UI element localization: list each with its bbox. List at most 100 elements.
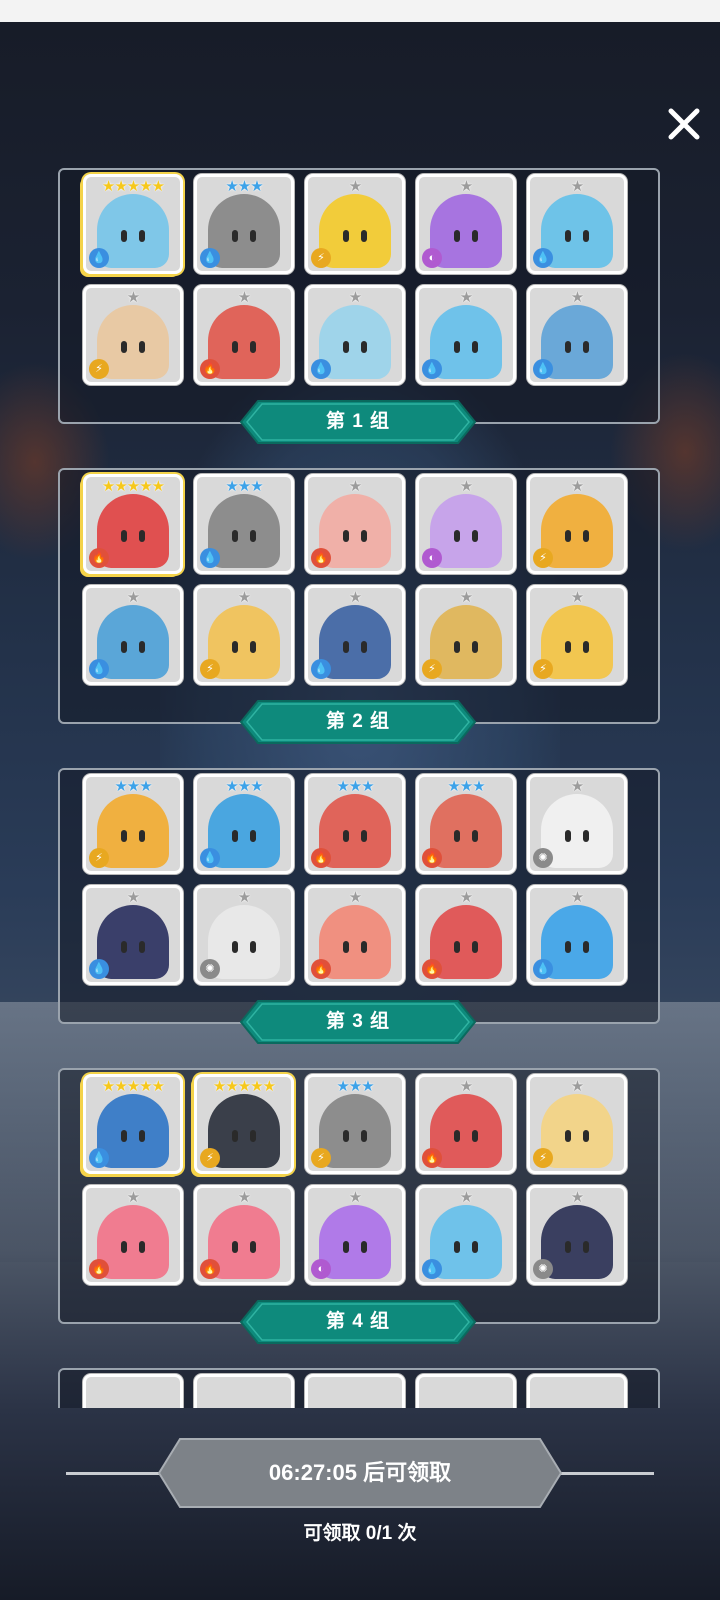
hero-card[interactable]: ★ 💧 (527, 174, 627, 274)
hero-card[interactable]: ★ 🔥 (194, 285, 294, 385)
hero-eye (121, 941, 127, 953)
hero-card[interactable]: ★ ⚡ (527, 1074, 627, 1174)
lightning-element-icon: ⚡ (200, 659, 220, 679)
hero-eye (361, 1130, 367, 1142)
hero-eye (121, 1130, 127, 1142)
star-rating: ★ (527, 1190, 627, 1206)
star-icon: ★ (237, 289, 251, 306)
hero-card[interactable]: ★ ⚡ (527, 585, 627, 685)
star-icon: ★ (459, 889, 473, 906)
hero-eye (565, 230, 571, 242)
star-icon: ★ (126, 178, 140, 195)
hero-eye (472, 641, 478, 653)
hero-eye (565, 530, 571, 542)
star-rating: ★ (194, 590, 294, 606)
hero-eye (139, 230, 145, 242)
hero-card[interactable]: ★★★★★ ⚡ (194, 1074, 294, 1174)
star-rating: ★★★★★ (194, 1079, 294, 1095)
hero-eye (361, 1241, 367, 1253)
hero-card[interactable]: ★★★★★ 🔥 (83, 474, 183, 574)
hero-card[interactable]: ★ 💧 (305, 285, 405, 385)
hero-card[interactable]: ★ 💧 (83, 885, 183, 985)
hero-card[interactable]: ★★★ 💧 (194, 474, 294, 574)
hero-card[interactable]: ★ 💧 (527, 885, 627, 985)
hero-card[interactable] (305, 1374, 405, 1408)
hero-eye (583, 530, 589, 542)
star-rating: ★★★★★ (83, 179, 183, 195)
hero-card[interactable] (194, 1374, 294, 1408)
hero-eye (565, 941, 571, 953)
group-list[interactable]: ★★★★★ 💧 ★★★ 💧 ★ ⚡ ★ ◐ ★ 💧 ★ ⚡ ★ 🔥 ★ 💧 ★ 💧 ★ 💧 第 1 组 ★★★★★ 🔥 ★★★… (0, 160, 720, 1408)
star-icon: ★ (348, 589, 362, 606)
hero-card[interactable]: ★ ⚡ (83, 285, 183, 385)
hero-card[interactable]: ★★★ ⚡ (305, 1074, 405, 1174)
star-icon: ★ (126, 589, 140, 606)
hero-card[interactable]: ★ ✺ (194, 885, 294, 985)
claim-button[interactable]: 06:27:05 后可领取 (158, 1438, 562, 1508)
star-icon: ★ (250, 178, 263, 195)
hero-card[interactable] (416, 1374, 516, 1408)
hero-grid: ★★★★★ 🔥 ★★★ 💧 ★ 🔥 ★ ◐ ★ ⚡ ★ 💧 ★ ⚡ ★ 💧 ★ ⚡ ★ ⚡ (80, 474, 640, 694)
star-icon: ★ (570, 589, 584, 606)
hero-card[interactable]: ★★★ 🔥 (416, 774, 516, 874)
hero-card[interactable]: ★ 🔥 (305, 474, 405, 574)
hero-eye (583, 341, 589, 353)
hero-card[interactable]: ★ 🔥 (416, 885, 516, 985)
star-rating: ★ (305, 590, 405, 606)
hero-card[interactable]: ★ 🔥 (416, 1074, 516, 1174)
hero-card[interactable]: ★ ◐ (416, 474, 516, 574)
hero-card[interactable]: ★ 💧 (305, 585, 405, 685)
star-icon: ★ (570, 778, 584, 795)
hero-card[interactable]: ★ ⚡ (416, 585, 516, 685)
hero-card[interactable]: ★ 🔥 (305, 885, 405, 985)
hero-eye (454, 641, 460, 653)
star-rating: ★ (416, 890, 516, 906)
star-icon: ★ (459, 1078, 473, 1095)
hero-card[interactable]: ★★★★★ 💧 (83, 1074, 183, 1174)
lightning-element-icon: ⚡ (533, 1148, 553, 1168)
star-icon: ★ (447, 778, 460, 795)
hero-eye (472, 830, 478, 842)
hero-card[interactable] (527, 1374, 627, 1408)
hero-card[interactable]: ★ 💧 (527, 285, 627, 385)
close-button[interactable] (664, 104, 704, 144)
hero-grid: ★★★★★ 💧 ★★★ 💧 ★ ⚡ ★ ◐ ★ 💧 ★ ⚡ ★ 🔥 ★ 💧 ★ 💧 ★ 💧 (80, 174, 640, 394)
hero-card[interactable]: ★ 🔥 (194, 1185, 294, 1285)
hero-eye (565, 1130, 571, 1142)
star-icon: ★ (126, 1078, 140, 1095)
hero-card[interactable]: ★★★★★ 💧 (83, 174, 183, 274)
hero-card[interactable]: ★★★ 🔥 (305, 774, 405, 874)
hero-eye (583, 941, 589, 953)
hero-card[interactable]: ★ 🔥 (83, 1185, 183, 1285)
hero-card[interactable]: ★★★ 💧 (194, 174, 294, 274)
star-rating: ★ (416, 290, 516, 306)
divider-left (66, 1472, 160, 1475)
hero-card[interactable]: ★ ◐ (416, 174, 516, 274)
hero-card[interactable]: ★ ⚡ (194, 585, 294, 685)
water-element-icon: 💧 (422, 1259, 442, 1279)
hero-card[interactable]: ★ ✺ (527, 1185, 627, 1285)
water-element-icon: 💧 (533, 248, 553, 268)
hero-eye (454, 1241, 460, 1253)
star-icon: ★ (101, 478, 115, 495)
star-icon: ★ (570, 178, 584, 195)
hero-card[interactable]: ★ ⚡ (527, 474, 627, 574)
hero-card[interactable]: ★★★ 💧 (194, 774, 294, 874)
star-rating: ★ (83, 290, 183, 306)
star-icon: ★ (126, 478, 140, 495)
hero-card[interactable]: ★ 💧 (416, 285, 516, 385)
hero-card[interactable]: ★ ◐ (305, 1185, 405, 1285)
star-rating: ★★★ (83, 779, 183, 795)
group-label-text: 第 4 组 (325, 1311, 391, 1332)
hero-card[interactable]: ★ 💧 (83, 585, 183, 685)
hero-card[interactable]: ★ ✺ (527, 774, 627, 874)
hero-card[interactable] (83, 1374, 183, 1408)
star-icon: ★ (570, 1078, 584, 1095)
hero-card[interactable]: ★ ⚡ (305, 174, 405, 274)
hero-eye (139, 941, 145, 953)
hero-eye (232, 941, 238, 953)
hero-eye (565, 1241, 571, 1253)
hero-card[interactable]: ★★★ ⚡ (83, 774, 183, 874)
hero-card[interactable]: ★ 💧 (416, 1185, 516, 1285)
group-2: ★★★★★ 🔥 ★★★ 💧 ★ 🔥 ★ ◐ ★ ⚡ ★ 💧 ★ ⚡ ★ 💧 ★ ⚡ ★ ⚡ 第 2 组 (0, 460, 720, 750)
